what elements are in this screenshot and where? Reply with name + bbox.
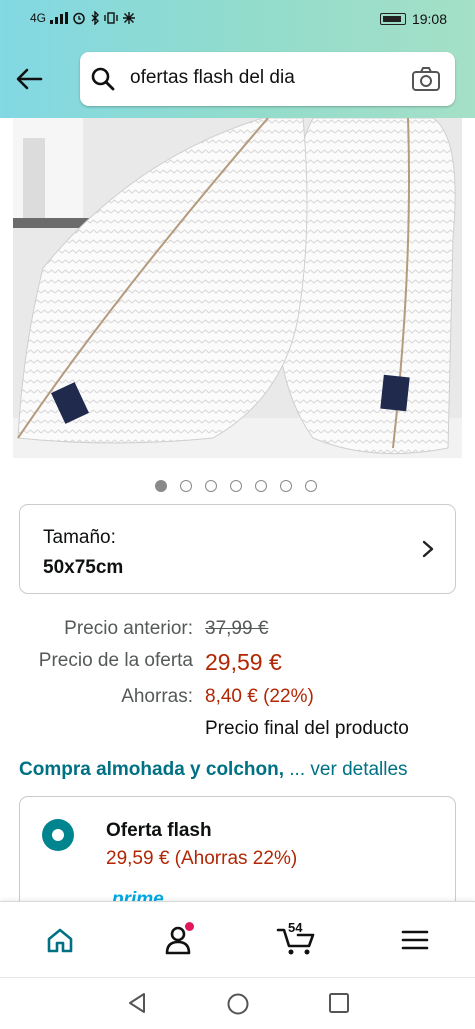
alarm-icon: [73, 12, 85, 25]
offer-radio-selected[interactable]: [42, 819, 74, 851]
app-header: 4G 19:08 ofertas flash del dia: [0, 0, 475, 118]
status-icons-left: 4G: [30, 11, 136, 25]
vibrate-icon: [104, 12, 118, 24]
bluetooth-icon: [91, 11, 100, 25]
bundle-link[interactable]: Compra almohada y colchon, ... ver detal…: [19, 759, 408, 781]
savings-row: Ahorras: 8,40 € (22%): [0, 686, 475, 716]
page-dot[interactable]: [255, 480, 267, 492]
product-image[interactable]: [13, 118, 462, 458]
nav-cart[interactable]: 54: [274, 920, 318, 960]
clock: 19:08: [411, 11, 447, 27]
size-selector[interactable]: Tamaño: 50x75cm: [19, 504, 456, 594]
signal-icon: [50, 12, 69, 24]
nav-account[interactable]: [158, 920, 198, 960]
page-dot[interactable]: [280, 480, 292, 492]
page-dot[interactable]: [305, 480, 317, 492]
savings-value: 8,40 € (22%): [205, 686, 314, 707]
battery-icon: [379, 13, 406, 25]
back-arrow-icon: [16, 68, 43, 90]
search-icon: [91, 67, 115, 91]
system-nav-bar: [0, 977, 475, 1029]
home-icon: [47, 928, 73, 953]
back-button[interactable]: [12, 62, 46, 96]
size-label: Tamaño:: [43, 527, 116, 548]
bottom-nav: 54: [0, 901, 475, 977]
deal-price-row: Precio de la oferta 29,59 €: [0, 649, 475, 680]
status-icons-right: 19:08: [379, 11, 447, 27]
previous-price-value: 37,99 €: [205, 618, 269, 639]
pillows-illustration: [13, 118, 462, 458]
final-price-note: Precio final del producto: [205, 718, 409, 739]
system-recents-icon[interactable]: [328, 992, 350, 1014]
bundle-link-title[interactable]: Compra almohada y colchon,: [19, 759, 284, 780]
system-home-icon[interactable]: [226, 992, 250, 1016]
snowflake-icon: [123, 12, 136, 24]
menu-icon: [401, 930, 429, 950]
notification-dot: [185, 922, 194, 931]
status-bar: 4G 19:08: [0, 0, 475, 40]
camera-icon[interactable]: [411, 66, 441, 92]
screen: 4G 19:08 ofertas flash del dia Tamaño: 5…: [0, 0, 475, 1029]
page-dot[interactable]: [180, 480, 192, 492]
page-dot[interactable]: [230, 480, 242, 492]
size-value: 50x75cm: [43, 557, 124, 578]
previous-price-row: Precio anterior: 37,99 €: [0, 618, 475, 648]
previous-price-label: Precio anterior:: [64, 618, 193, 639]
deal-price-value: 29,59 €: [205, 649, 282, 675]
network-label: 4G: [30, 11, 47, 25]
savings-label: Ahorras:: [121, 686, 193, 707]
page-dot[interactable]: [205, 480, 217, 492]
nav-menu[interactable]: [395, 920, 435, 960]
search-input[interactable]: ofertas flash del dia: [130, 67, 295, 89]
offer-title: Oferta flash: [106, 820, 212, 841]
chevron-right-icon: [422, 540, 434, 558]
page-dot[interactable]: [155, 480, 167, 492]
system-back-icon[interactable]: [126, 992, 148, 1014]
nav-home[interactable]: [40, 920, 80, 960]
offer-price: 29,59 € (Ahorras 22%): [106, 848, 298, 869]
search-bar[interactable]: ofertas flash del dia: [80, 52, 455, 106]
image-pagination: [155, 480, 317, 492]
cart-count: 54: [288, 920, 303, 935]
bundle-link-details[interactable]: ... ver detalles: [289, 759, 407, 780]
deal-price-label: Precio de la oferta: [38, 650, 193, 671]
